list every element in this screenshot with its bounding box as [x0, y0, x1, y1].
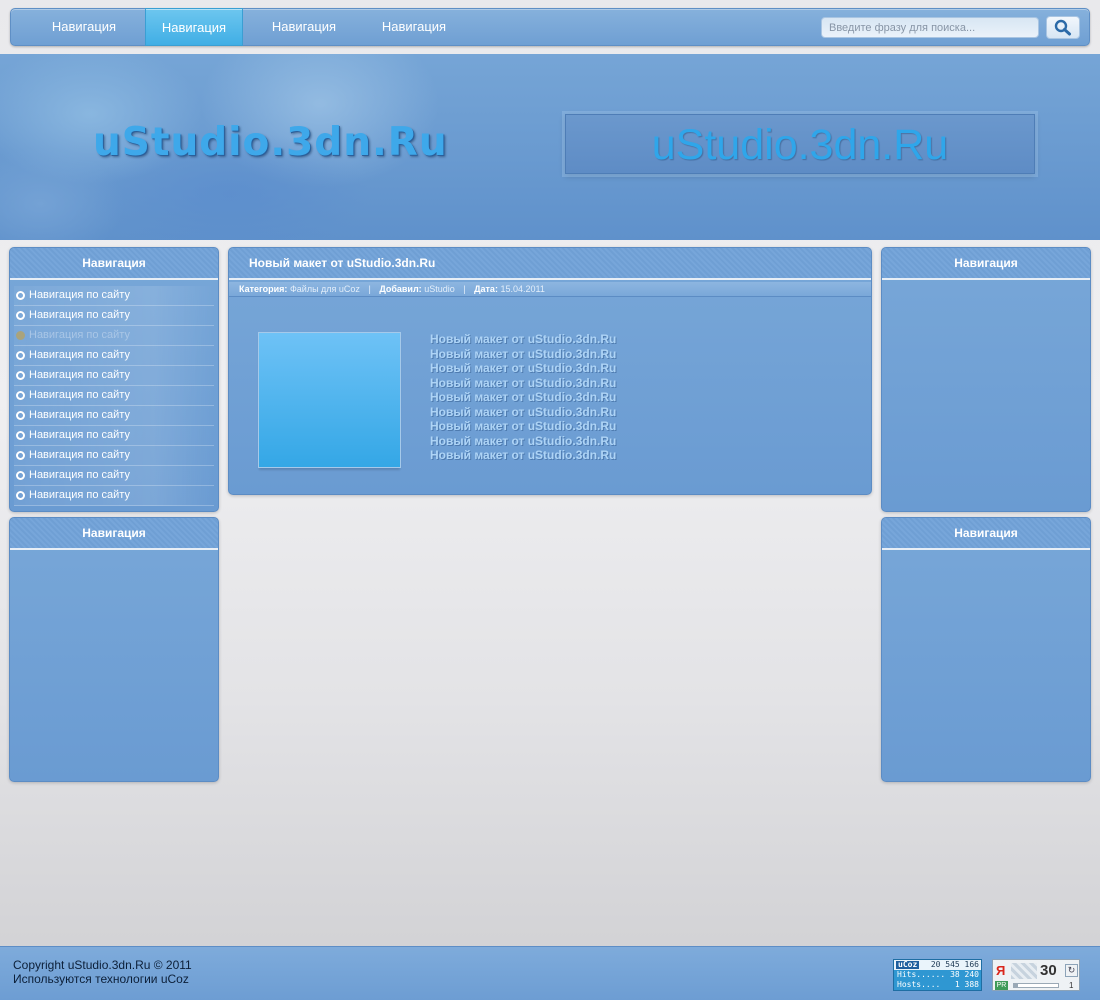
- sidebar-item-label: Навигация по сайту: [29, 449, 130, 461]
- sidebar-item-nav[interactable]: Навигация по сайту: [14, 366, 214, 386]
- sidebar-item-nav[interactable]: Навигация по сайту: [14, 286, 214, 306]
- meta-category-label: Категория:: [239, 284, 288, 294]
- article-text-line: Новый макет от uStudio.3dn.Ru: [430, 375, 617, 390]
- article-title[interactable]: Новый макет от uStudio.3dn.Ru: [229, 248, 871, 280]
- right-block-1-title: Навигация: [882, 248, 1090, 280]
- yandex-value: 30: [1040, 962, 1057, 979]
- bullet-icon: [16, 371, 25, 380]
- left-nav-list: Навигация по сайту Навигация по сайту Нави…: [10, 286, 218, 506]
- ucoz-hosts-value: 1 388: [954, 980, 979, 989]
- meta-separator: |: [463, 284, 466, 294]
- meta-author-link[interactable]: uStudio: [424, 284, 455, 294]
- bullet-icon: [16, 431, 25, 440]
- refresh-icon[interactable]: ↻: [1065, 964, 1078, 977]
- sidebar-item-label: Навигация по сайту: [29, 309, 130, 321]
- sidebar-item-nav[interactable]: Навигация по сайту: [14, 426, 214, 446]
- site-logo-right[interactable]: uStudio.3dn.Ru: [566, 115, 1034, 175]
- pr-label: PR: [995, 981, 1008, 990]
- bullet-icon: [16, 291, 25, 300]
- ucoz-hits-value: 38 240: [950, 970, 979, 979]
- nav-item-4[interactable]: Навигация: [365, 9, 463, 45]
- sidebar-item-nav[interactable]: Навигация по сайту: [14, 326, 214, 346]
- copyright-text: Copyright uStudio.3dn.Ru © 2011: [13, 958, 192, 972]
- search-icon: [1054, 19, 1071, 36]
- article-text-line: Новый макет от uStudio.3dn.Ru: [430, 361, 617, 375]
- article-text-line: Новый макет от uStudio.3dn.Ru: [430, 433, 617, 448]
- nav-item-3[interactable]: Навигация: [255, 9, 353, 45]
- sidebar-item-label: Навигация по сайту: [29, 289, 130, 301]
- footer: Copyright uStudio.3dn.Ru © 2011 Использу…: [0, 946, 1100, 1000]
- ucoz-counter-top: uCoz 20 545 166: [894, 960, 981, 970]
- article-text: Новый макет от uStudio.3dn.Ru Новый макет…: [430, 332, 616, 463]
- bullet-icon: [16, 311, 25, 320]
- article-block: Новый макет от uStudio.3dn.Ru Категория:…: [228, 247, 872, 495]
- top-navigation-bar: Навигация Навигация Навигация Навигация: [10, 8, 1090, 46]
- sidebar-item-label: Навигация по сайту: [29, 489, 130, 501]
- sidebar-item-label: Навигация по сайту: [29, 349, 130, 361]
- sidebar-item-nav[interactable]: Навигация по сайту: [14, 386, 214, 406]
- pr-bar-fill: [1014, 984, 1019, 987]
- right-block-2-title: Навигация: [882, 518, 1090, 550]
- left-block-2: Навигация: [9, 517, 219, 782]
- article-text-line: Новый макет от uStudio.3dn.Ru: [430, 390, 617, 404]
- ucoz-hits-label: Hits......: [897, 970, 946, 979]
- article-thumbnail[interactable]: [258, 332, 401, 468]
- bullet-icon: [16, 331, 25, 340]
- meta-category-link[interactable]: Файлы для uCoz: [290, 284, 360, 294]
- sidebar-item-nav[interactable]: Навигация по сайту: [14, 486, 214, 506]
- header-banner: uStudio.3dn.Ru uStudio.3dn.Ru: [0, 54, 1100, 240]
- bullet-icon: [16, 351, 25, 360]
- nav-item-2-active[interactable]: Навигация: [145, 8, 243, 46]
- left-nav-block: Навигация Навигация по сайту Навигация по…: [9, 247, 219, 512]
- search-button[interactable]: [1046, 16, 1080, 39]
- article-text-line: Новый макет от uStudio.3dn.Ru: [430, 419, 617, 433]
- sidebar-item-nav[interactable]: Навигация по сайту: [14, 346, 214, 366]
- article-text-line: Новый макет от uStudio.3dn.Ru: [430, 404, 617, 419]
- search-input[interactable]: [821, 17, 1039, 38]
- article-text-line: Новый макет от uStudio.3dn.Ru: [430, 346, 617, 361]
- article-meta: Категория: Файлы для uCoz | Добавил: uSt…: [229, 282, 871, 297]
- bullet-icon: [16, 391, 25, 400]
- sidebar-item-label: Навигация по сайту: [29, 329, 130, 341]
- copyright: Copyright uStudio.3dn.Ru © 2011 Использу…: [13, 958, 192, 986]
- sidebar-item-label: Навигация по сайту: [29, 429, 130, 441]
- sidebar-item-nav[interactable]: Навигация по сайту: [14, 446, 214, 466]
- sidebar-item-nav[interactable]: Навигация по сайту: [14, 306, 214, 326]
- meta-date-label: Дата:: [474, 284, 498, 294]
- yandex-pattern: [1011, 963, 1037, 979]
- ucoz-hosts-label: Hosts....: [897, 980, 941, 989]
- nav-item-1[interactable]: Навигация: [35, 9, 133, 45]
- sidebar-item-label: Навигация по сайту: [29, 469, 130, 481]
- site-logo-left[interactable]: uStudio.3dn.Ru: [93, 120, 448, 165]
- bullet-icon: [16, 471, 25, 480]
- article-text-line: Новый макет от uStudio.3dn.Ru: [430, 332, 617, 346]
- yandex-logo: Я: [996, 963, 1006, 978]
- bullet-icon: [16, 411, 25, 420]
- ucoz-total: 20 545 166: [930, 960, 979, 969]
- meta-separator: |: [368, 284, 371, 294]
- left-nav-block-title: Навигация: [10, 248, 218, 280]
- article-text-line: Новый макет от uStudio.3dn.Ru: [430, 448, 617, 462]
- ucoz-hits-row: Hits...... 38 240: [894, 970, 981, 980]
- ucoz-logo: uCoz: [896, 960, 920, 969]
- sidebar-item-label: Навигация по сайту: [29, 369, 130, 381]
- ucoz-hosts-row: Hosts.... 1 388: [894, 980, 981, 990]
- ucoz-counter[interactable]: uCoz 20 545 166 Hits...... 38 240 Hosts.…: [893, 959, 982, 991]
- sidebar-item-nav[interactable]: Навигация по сайту: [14, 466, 214, 486]
- sidebar-item-label: Навигация по сайту: [29, 389, 130, 401]
- site-logo-box: uStudio.3dn.Ru: [565, 114, 1035, 174]
- yandex-counter[interactable]: Я 30 ↻ PR 1: [992, 959, 1080, 991]
- right-block-2: Навигация: [881, 517, 1091, 782]
- right-block-1: Навигация: [881, 247, 1091, 512]
- sidebar-item-nav[interactable]: Навигация по сайту: [14, 406, 214, 426]
- sidebar-item-label: Навигация по сайту: [29, 409, 130, 421]
- bullet-icon: [16, 491, 25, 500]
- tech-link[interactable]: Используются технологии uCoz: [13, 972, 192, 986]
- left-block-2-title: Навигация: [10, 518, 218, 550]
- bullet-icon: [16, 451, 25, 460]
- pr-bar: [1013, 983, 1059, 988]
- meta-added-label: Добавил:: [379, 284, 422, 294]
- meta-date: 15.04.2011: [500, 284, 545, 294]
- pr-value: 1: [1069, 981, 1074, 990]
